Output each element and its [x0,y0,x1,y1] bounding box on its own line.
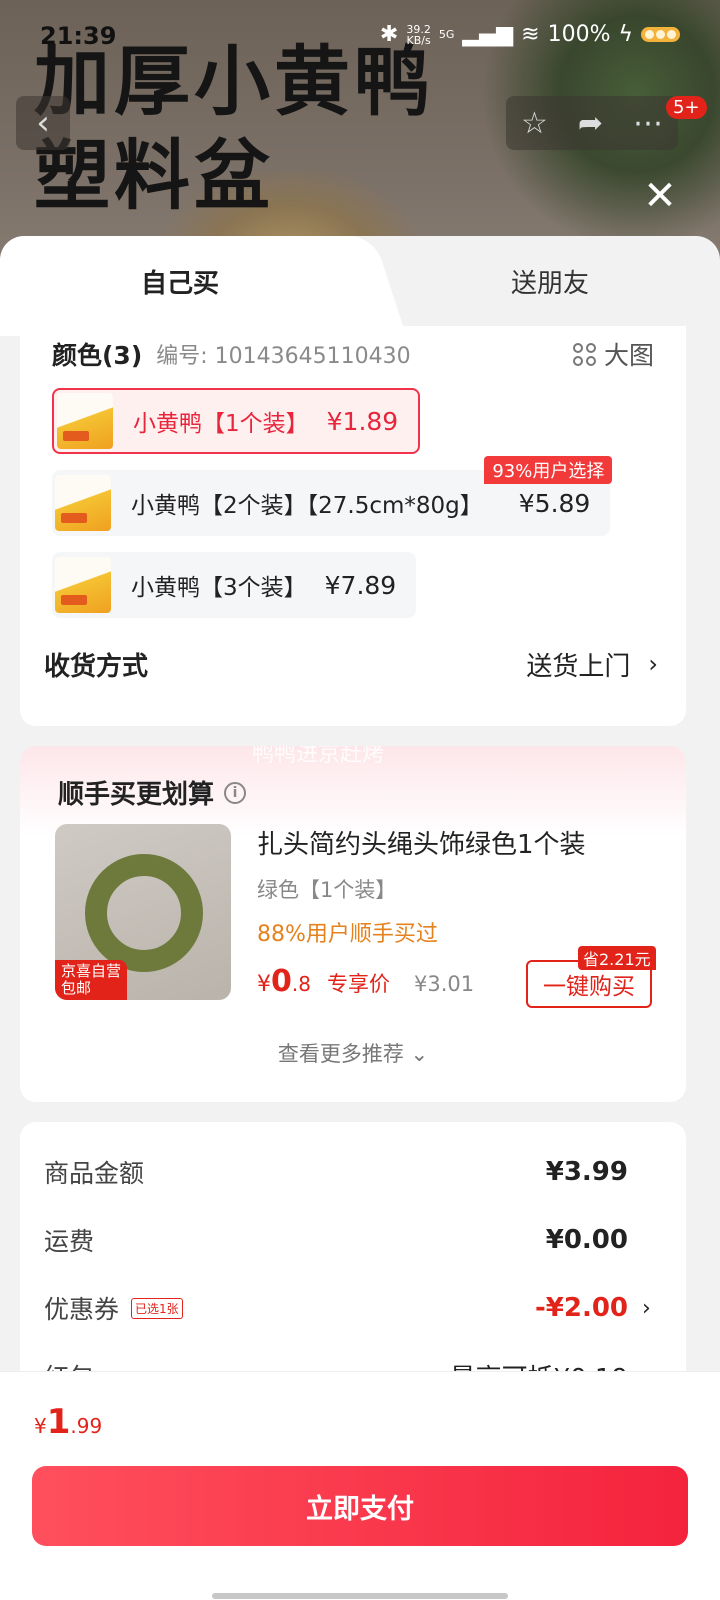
purchase-sheet: 自己买 送朋友 颜色(3) 编号: 10143645110430 大图 小黄鸭【… [0,236,720,1600]
delivery-value: 送货上门 [526,651,631,682]
product-code: 编号: 10143645110430 [156,344,411,369]
summary-row-coupon[interactable]: 优惠券 已选1张 -¥2.00 › [44,1288,656,1328]
info-icon[interactable]: i [224,781,247,804]
spec-title: 颜色(3) [52,341,143,370]
status-time: 21:39 [40,22,117,50]
option-label: 小黄鸭【1个装】 [133,411,309,437]
watermark: 鸭鸭进京赶烤 [252,746,385,767]
self-operated-tag: 京喜自营 包邮 [55,960,128,1000]
network-speed: 39.2 KB/s [406,22,431,47]
option-thumbnail [55,557,111,613]
wifi-icon: ≋ [521,22,540,47]
chevron-right-icon: › [648,650,658,678]
option-price: ¥5.89 [518,488,591,518]
back-icon: ‹ [36,103,50,143]
option-price: ¥1.89 [326,406,399,436]
checkout-footer: ¥1.99 立即支付 [0,1371,720,1600]
spec-header: 颜色(3) 编号: 10143645110430 大图 [52,334,654,374]
original-price: ¥3.01 [413,972,475,996]
spec-option-2[interactable]: 小黄鸭【2个装】【27.5cm*80g】 ¥5.89 93%用户选择 [52,456,613,536]
option-price: ¥7.89 [324,570,397,600]
back-button[interactable]: ‹ [16,96,70,150]
spec-card: 颜色(3) 编号: 10143645110430 大图 小黄鸭【1个装】 ¥1.… [20,326,686,726]
recommend-card: 鸭鸭进京赶烤 顺手买更划算 i 京喜自营 包邮 扎头简约头绳头饰绿色1个装 绿色… [20,746,686,1102]
delivery-row[interactable]: 收货方式 送货上门 › [44,644,658,684]
popular-badge: 93%用户选择 [484,456,613,484]
status-bar: 21:39 ✱ 39.2 KB/s 5G ▂▄▆ ≋ 100% ϟ [0,20,720,56]
signal-icon: ▂▄▆ [462,22,514,47]
tab-self-buy[interactable]: 自己买 [0,236,360,336]
cart-badge: 5+ [666,96,707,119]
close-icon[interactable]: ✕ [640,176,680,216]
chevron-right-icon: › [642,1295,651,1321]
home-indicator[interactable] [212,1593,508,1599]
nav-actions: ☆ ➦ ⋯ [506,96,678,150]
spec-option-1[interactable]: 小黄鸭【1个装】 ¥1.89 [52,388,421,454]
status-icons: ✱ 39.2 KB/s 5G ▂▄▆ ≋ 100% ϟ [380,22,680,47]
recommend-buy-rate: 88%用户顺手买过 [257,922,438,947]
banner-title-line2: 塑料盆 [34,131,274,220]
recommend-price: ¥0.8 专享价 ¥3.01 [257,964,475,999]
grid-icon [572,342,596,366]
more-icon[interactable]: ⋯ [633,106,663,141]
summary-row-shipping: 运费 ¥0.00 [44,1225,628,1256]
recommend-title: 顺手买更划算 i [58,774,247,811]
more-recommend-link[interactable]: 查看更多推荐 ⌄ [20,1038,686,1068]
coupon-selected-tag: 已选1张 [131,1297,183,1319]
total-price: ¥1.99 [34,1402,103,1442]
share-icon[interactable]: ➦ [578,106,603,141]
recommend-product-name[interactable]: 扎头简约头绳头饰绿色1个装 [257,824,586,861]
save-badge: 省2.21元 [578,946,656,970]
option-thumbnail [57,393,113,449]
bluetooth-icon: ✱ [379,22,399,47]
hair-tie-illustration [85,854,203,972]
big-image-button[interactable]: 大图 [572,336,654,372]
tab-bar: 自己买 送朋友 [0,236,720,336]
recommend-product-image[interactable]: 京喜自营 包邮 [55,824,231,1000]
delivery-label: 收货方式 [44,651,149,682]
app-indicator-icon [641,27,680,42]
option-thumbnail [55,475,111,531]
option-label: 小黄鸭【2个装】【27.5cm*80g】 [131,493,483,519]
star-icon[interactable]: ☆ [521,106,548,141]
option-label: 小黄鸭【3个装】 [131,575,307,601]
battery-text: 100% [547,22,611,47]
pay-now-button[interactable]: 立即支付 [32,1466,688,1546]
exclusive-price-label: 专享价 [326,972,390,996]
charging-icon: ϟ [618,22,633,47]
spec-option-3[interactable]: 小黄鸭【3个装】 ¥7.89 [52,552,417,618]
recommend-product-spec: 绿色【1个装】 [257,878,397,902]
summary-row-goods: 商品金额 ¥3.99 [44,1157,628,1188]
signal-label: 5G [438,28,455,41]
tab-gift[interactable]: 送朋友 [380,236,720,326]
chevron-down-icon: ⌄ [410,1042,429,1066]
